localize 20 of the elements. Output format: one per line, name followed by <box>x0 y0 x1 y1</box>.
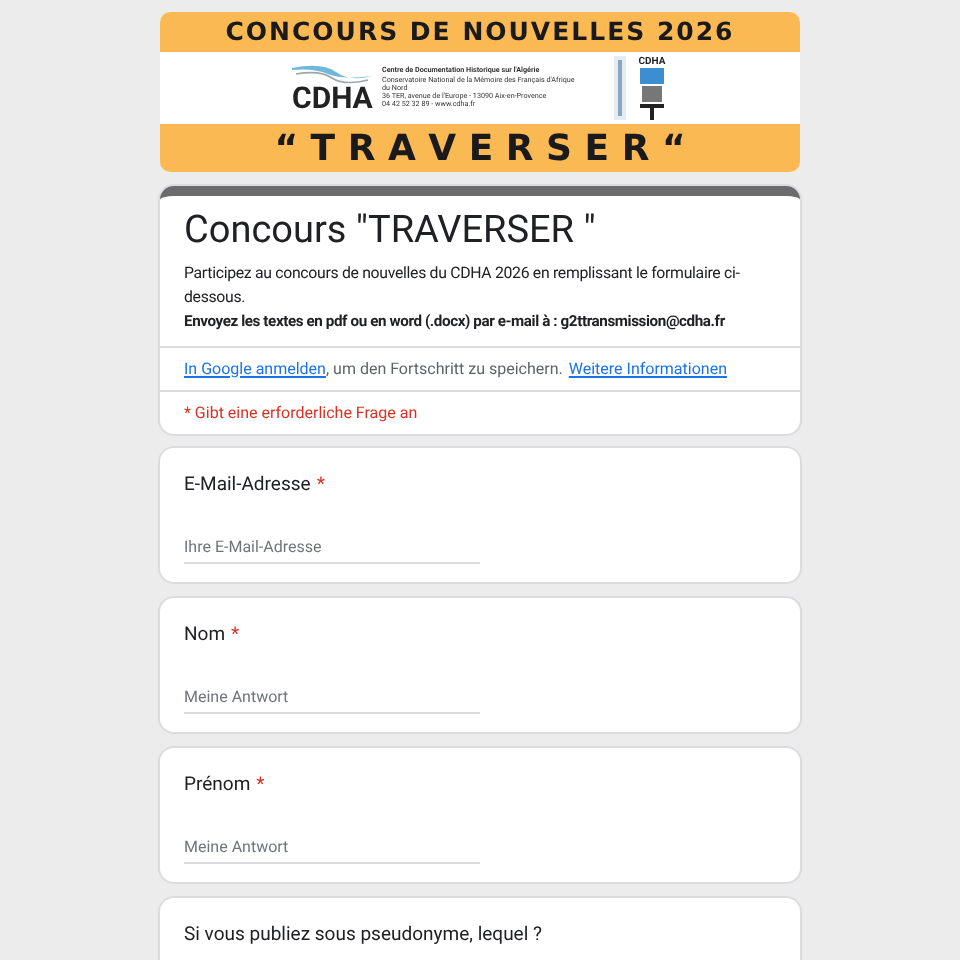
required-asterisk: * <box>256 772 265 800</box>
question-label: E-Mail-Adresse <box>184 472 311 500</box>
required-asterisk: * <box>316 472 325 500</box>
banner-heading: CONCOURS DE NOUVELLES 2026 <box>225 13 735 50</box>
answer-field[interactable]: Meine Antwort <box>184 830 480 865</box>
question-label: Prénom <box>184 772 251 800</box>
more-info-link[interactable]: Weitere Informationen <box>568 357 727 381</box>
answer-field[interactable]: Meine Antwort <box>184 680 480 715</box>
sign-in-text: , um den Fortschritt zu speichern. <box>325 357 563 381</box>
form-title: Concours "TRAVERSER " <box>184 204 598 256</box>
required-note: * Gibt eine erforderliche Frage an <box>184 401 418 425</box>
question-label: Si vous publiez sous pseudonyme, lequel ? <box>184 922 543 950</box>
required-asterisk: * <box>231 622 240 650</box>
wave-icon <box>292 63 372 83</box>
sign-in-link[interactable]: In Google anmelden <box>184 357 326 381</box>
banner-theme: “ T R A V E R S E R “ <box>274 125 686 172</box>
answer-field[interactable]: Ihre E-Mail-Adresse <box>184 530 480 565</box>
question-label: Nom <box>184 622 226 650</box>
logo-drawing <box>640 68 664 120</box>
logo-text: CDHA <box>292 83 373 113</box>
